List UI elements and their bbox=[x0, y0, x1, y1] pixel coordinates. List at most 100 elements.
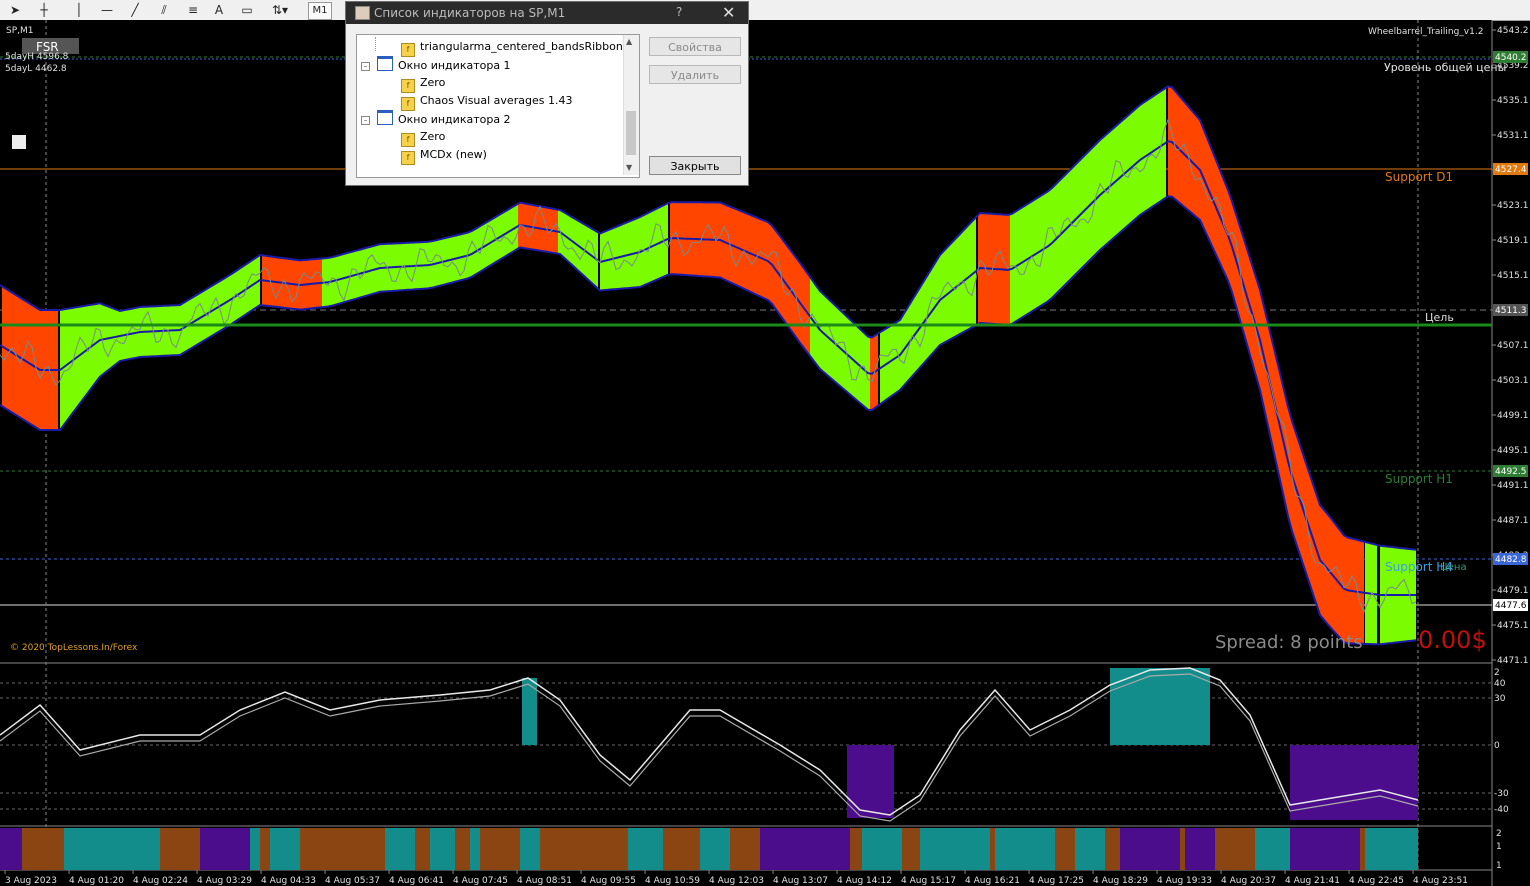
spread-text: Spread: 8 points bbox=[1215, 632, 1363, 653]
price-level-label: Цена bbox=[1440, 562, 1467, 573]
histogram-block bbox=[1290, 828, 1360, 870]
price-box-label: 4482.8 bbox=[1495, 555, 1527, 565]
collapse-icon[interactable]: – bbox=[361, 116, 370, 125]
time-tick: 4 Aug 02:24 bbox=[133, 876, 188, 886]
histogram-block bbox=[0, 828, 22, 870]
tree-indicator-item[interactable]: f MCDx (new) bbox=[401, 146, 487, 165]
tree-indicator-item[interactable]: f Chaos Visual averages 1.43 bbox=[401, 92, 573, 111]
tree-item-label: Chaos Visual averages 1.43 bbox=[420, 94, 573, 107]
time-tick: 4 Aug 16:21 bbox=[965, 876, 1020, 886]
checkbox[interactable] bbox=[12, 135, 26, 149]
day-low: 5dayL 4462.8 bbox=[5, 64, 67, 74]
price-axis[interactable]: 4543.24539.24535.14531.14527.14523.14519… bbox=[1492, 26, 1529, 666]
time-axis[interactable]: 3 Aug 2023 4 Aug 01:20 4 Aug 02:24 4 Aug 03… bbox=[4, 870, 1468, 886]
time-tick: 4 Aug 20:37 bbox=[1221, 876, 1276, 886]
symbol-label: SP,M1 bbox=[6, 26, 34, 36]
tree-item-label: Окно индикатора 1 bbox=[398, 59, 511, 72]
price-box-label: 4511.3 bbox=[1495, 306, 1527, 316]
price-tick: 4531.1 bbox=[1497, 131, 1529, 141]
target-label: Цель bbox=[1425, 311, 1454, 324]
price-tick: 4507.1 bbox=[1497, 341, 1529, 351]
window-icon bbox=[377, 110, 393, 125]
osc-tick: 30 bbox=[1494, 694, 1506, 704]
histogram-block bbox=[250, 828, 260, 870]
collapse-icon[interactable]: – bbox=[361, 62, 370, 71]
time-tick: 4 Aug 15:17 bbox=[901, 876, 956, 886]
indicator-icon: f bbox=[401, 151, 415, 165]
time-tick: 3 Aug 2023 bbox=[5, 876, 57, 886]
profit-text: 0.00$ bbox=[1418, 626, 1487, 654]
time-tick: 4 Aug 19:33 bbox=[1157, 876, 1212, 886]
histogram-block bbox=[270, 828, 300, 870]
indicator-tree[interactable]: f triangularma_centered_bandsRibbonV3 – Окн… bbox=[356, 34, 640, 178]
tree-item-label: MCDx (new) bbox=[420, 148, 487, 161]
price-box-label: 4540.2 bbox=[1495, 53, 1527, 63]
tree-indicator-item[interactable]: f triangularma_centered_bandsRibbonV3 bbox=[401, 38, 638, 57]
tree-item-label: triangularma_centered_bandsRibbonV3 bbox=[420, 40, 638, 53]
price-tick: 4487.1 bbox=[1497, 516, 1529, 526]
price-tick: 4495.1 bbox=[1497, 446, 1529, 456]
histogram-block bbox=[1365, 828, 1390, 870]
osc-tick: 0 bbox=[1494, 741, 1500, 751]
chart-area[interactable]: SP,M1 FSR 5dayH 4596.8 5dayL 4462.8 Whee… bbox=[0, 0, 1530, 886]
indicator-icon: f bbox=[401, 97, 415, 111]
price-tick: 4535.1 bbox=[1497, 96, 1529, 106]
tree-indicator-item[interactable]: f Zero bbox=[401, 128, 446, 147]
time-tick: 4 Aug 01:20 bbox=[69, 876, 124, 886]
time-tick: 4 Aug 22:45 bbox=[1349, 876, 1404, 886]
time-tick: 4 Aug 14:12 bbox=[837, 876, 892, 886]
osc-tick: 2 bbox=[1494, 668, 1500, 678]
tree-window-item[interactable]: – Окно индикатора 1 bbox=[361, 56, 511, 74]
histogram-block bbox=[995, 828, 1055, 870]
time-tick: 4 Aug 07:45 bbox=[453, 876, 508, 886]
dialog-titlebar[interactable]: Список индикаторов на SP,M1 ? ✕ bbox=[346, 2, 748, 24]
price-tick: 4475.1 bbox=[1497, 621, 1529, 631]
indicator-icon: f bbox=[401, 133, 415, 147]
dialog-title: Список индикаторов на SP,M1 bbox=[374, 6, 566, 20]
osc-tick: -30 bbox=[1494, 789, 1509, 799]
oscillator-axis: 240 30 0 -30 -40 bbox=[1494, 668, 1509, 815]
histogram-tick: 1 bbox=[1496, 842, 1502, 852]
delete-button[interactable]: Удалить bbox=[649, 65, 741, 84]
histogram-tick: 1 bbox=[1496, 861, 1502, 871]
time-tick: 4 Aug 09:55 bbox=[581, 876, 636, 886]
tree-item-label: Окно индикатора 2 bbox=[398, 113, 511, 126]
tree-item-label: Zero bbox=[420, 76, 446, 89]
tree-indicator-item[interactable]: f Zero bbox=[401, 74, 446, 93]
copyright-text: © 2020 TopLessons.In/Forex bbox=[10, 643, 138, 653]
histogram-block bbox=[520, 828, 540, 870]
histogram-bar bbox=[847, 745, 894, 818]
price-box-label: 4492.5 bbox=[1495, 467, 1527, 477]
indicator-name: Wheelbarrel_Trailing_v1.2 bbox=[1368, 27, 1483, 37]
price-box-label: 4527.4 bbox=[1495, 165, 1527, 175]
time-tick: 4 Aug 08:51 bbox=[517, 876, 572, 886]
tree-window-item[interactable]: – Окно индикатора 2 bbox=[361, 110, 511, 128]
tree-scrollbar[interactable]: ▲ ▼ bbox=[623, 35, 639, 175]
histogram-block bbox=[1075, 828, 1105, 870]
tree-item-label: Zero bbox=[420, 130, 446, 143]
osc-tick: -40 bbox=[1494, 805, 1509, 815]
osc-tick: 40 bbox=[1494, 679, 1506, 689]
price-tick: 4543.2 bbox=[1497, 26, 1529, 36]
histogram-block bbox=[760, 828, 850, 870]
price-tick: 4471.1 bbox=[1497, 656, 1529, 666]
time-tick: 4 Aug 04:33 bbox=[261, 876, 316, 886]
indicator-icon: f bbox=[401, 79, 415, 93]
support-d1-label: Support D1 bbox=[1385, 170, 1453, 184]
histogram-bar bbox=[1290, 745, 1418, 820]
properties-button[interactable]: Свойства bbox=[649, 37, 741, 56]
close-icon[interactable]: ✕ bbox=[722, 3, 735, 22]
histogram-block bbox=[64, 828, 130, 870]
time-tick: 4 Aug 18:29 bbox=[1093, 876, 1148, 886]
histogram-block bbox=[430, 828, 455, 870]
price-tick: 4519.1 bbox=[1497, 236, 1529, 246]
histogram-block bbox=[1255, 828, 1290, 870]
indicator-icon: f bbox=[401, 43, 415, 57]
general-price-label: Уровень общей цены bbox=[1384, 61, 1506, 74]
price-tick: 4479.1 bbox=[1497, 586, 1529, 596]
histogram-block bbox=[200, 828, 250, 870]
help-icon[interactable]: ? bbox=[676, 5, 682, 19]
close-button[interactable]: Закрыть bbox=[649, 156, 741, 175]
time-tick: 4 Aug 12:03 bbox=[709, 876, 764, 886]
dialog-icon bbox=[355, 6, 370, 20]
